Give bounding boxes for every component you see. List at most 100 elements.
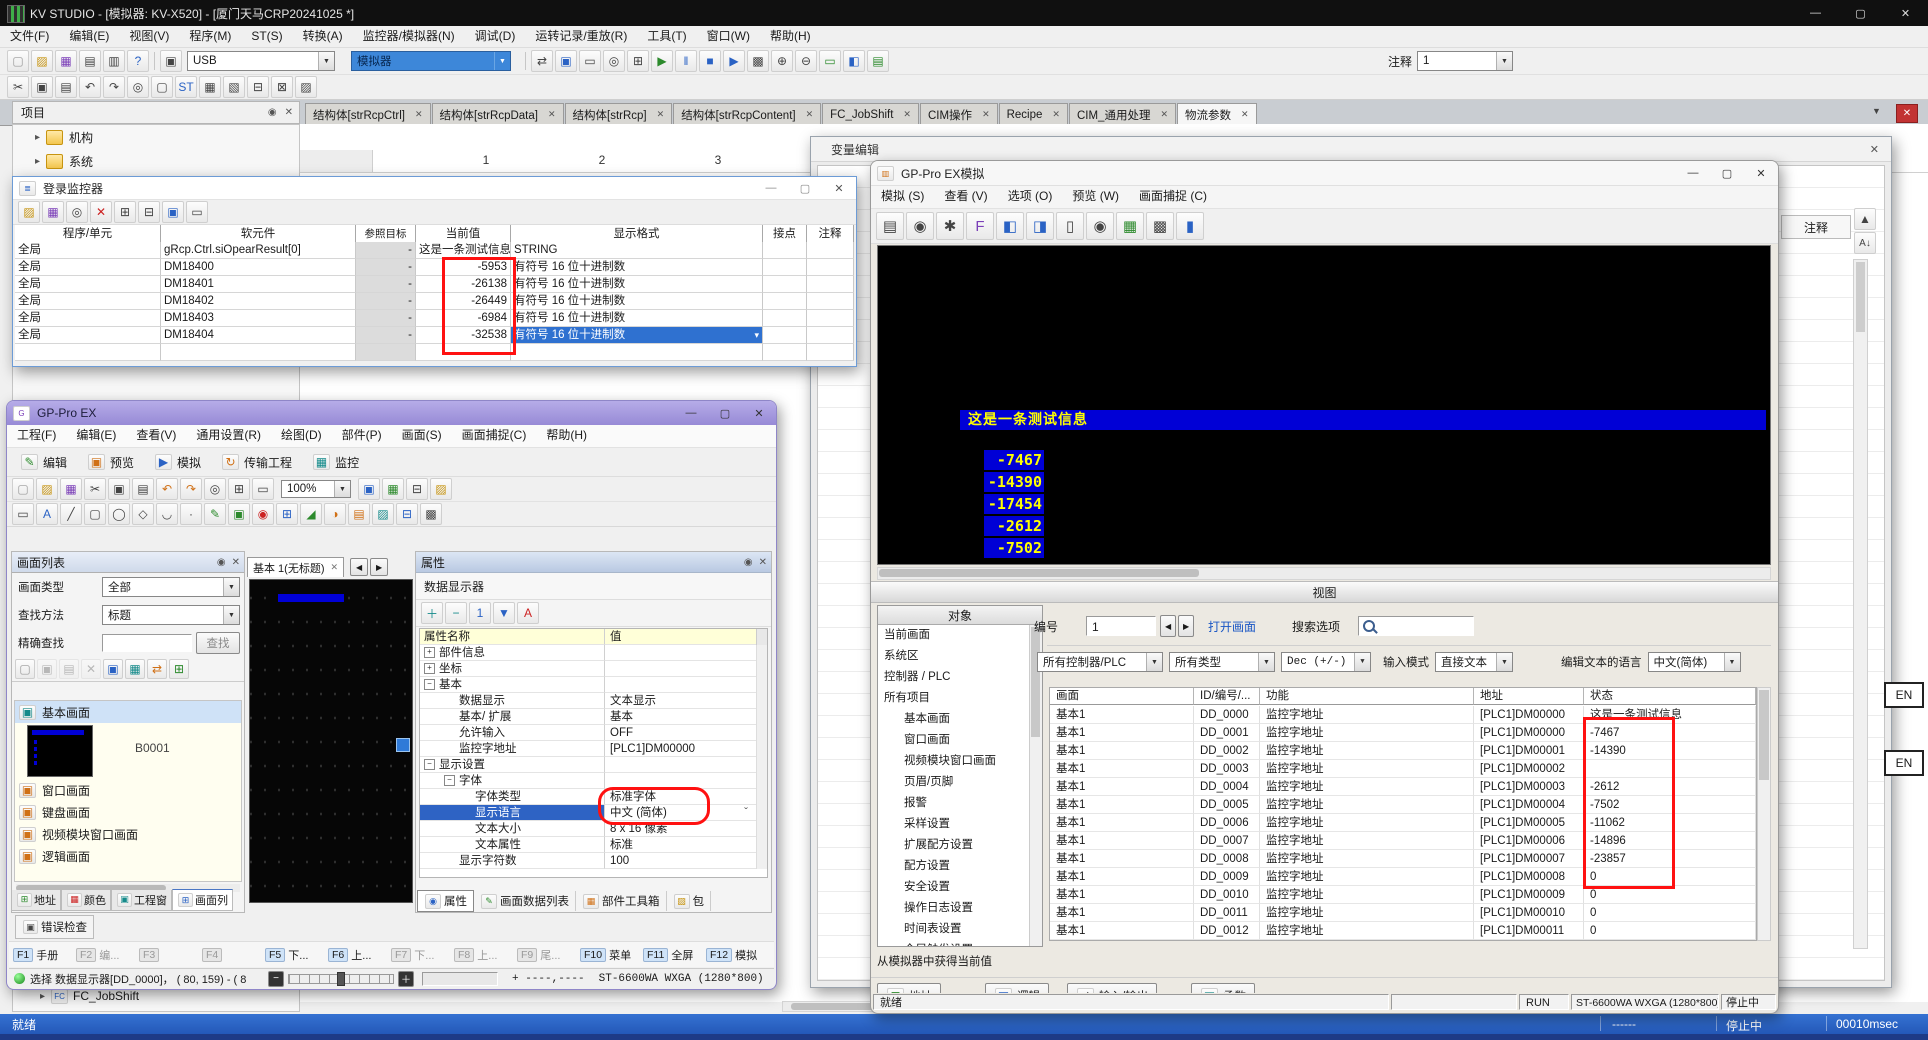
mode-button[interactable]: ↻传输工程 xyxy=(212,450,301,474)
screen-editor-canvas[interactable] xyxy=(249,579,413,903)
circle-tool-icon[interactable]: ◯ xyxy=(108,503,130,525)
document-tab[interactable]: 结构体[strRcpData]✕ xyxy=(432,103,564,125)
screen-number-input[interactable]: 1 xyxy=(1086,616,1156,636)
screen-jump-icon[interactable]: ⇄ xyxy=(147,659,167,679)
function-key[interactable]: F2编... xyxy=(76,947,139,963)
pane-tab[interactable]: ▣工程窗 xyxy=(111,890,172,911)
object-list-item[interactable]: 配方设置 xyxy=(878,856,1042,877)
zoom-slider[interactable] xyxy=(288,974,394,984)
hmi-screen[interactable]: 这是一条测试信息 -7467-14390-17454-2612-7502 xyxy=(877,245,1771,565)
sim-table-scrollbar[interactable] xyxy=(1757,687,1771,941)
sim-table-row[interactable]: 基本1 DD_0002 监控字地址 [PLC1]DM00001 -14390 xyxy=(1050,742,1756,760)
property-row[interactable]: +部件信息 xyxy=(420,645,767,661)
document-tab[interactable]: 结构体[strRcpContent]✕ xyxy=(673,103,821,125)
function-key[interactable]: F1手册 xyxy=(13,947,76,963)
function-key[interactable]: F3 xyxy=(139,948,202,962)
exit-icon[interactable]: ▮ xyxy=(1176,212,1204,240)
maximize-button[interactable]: ▢ xyxy=(708,407,742,420)
zoom-in-icon[interactable]: ⊕ xyxy=(771,50,793,72)
rect-tool-icon[interactable]: ▢ xyxy=(84,503,106,525)
graph-part-icon[interactable]: ◢ xyxy=(300,503,322,525)
screen-thumbnail-b0001[interactable] xyxy=(27,725,93,777)
screen-group-item[interactable]: ▣ 窗口画面 xyxy=(15,779,241,801)
close-tab-icon[interactable]: ✕ xyxy=(1241,109,1249,120)
menu-item[interactable]: 工具(T) xyxy=(637,26,696,47)
dot-tool-icon[interactable]: · xyxy=(180,503,202,525)
watch-table-row[interactable]: 全局 DM18403 - -6984 有符号 16 位十进制数 xyxy=(15,310,854,327)
device-monitor-icon[interactable]: ◉ xyxy=(906,212,934,240)
text-tool-icon[interactable]: A xyxy=(36,503,58,525)
print-preview-icon[interactable]: ▥ xyxy=(103,50,125,72)
property-row[interactable]: 允许输入 OFF xyxy=(420,725,767,741)
menu-item[interactable]: 编辑(E) xyxy=(66,425,126,446)
open-icon[interactable]: ▨ xyxy=(36,478,58,500)
expand-arrow-icon[interactable]: ▸ xyxy=(40,991,45,1002)
data-display-icon[interactable]: ⊟ xyxy=(396,503,418,525)
sim-table-row[interactable]: 基本1 DD_0003 监控字地址 [PLC1]DM00002 xyxy=(1050,760,1756,778)
close-tab-icon[interactable]: ✕ xyxy=(806,109,814,120)
split-vertical-icon[interactable]: ◨ xyxy=(1026,212,1054,240)
sim-table-row[interactable]: 基本1 DD_0006 监控字地址 [PLC1]DM00005 -11062 xyxy=(1050,814,1756,832)
menu-item[interactable]: 编辑(E) xyxy=(59,26,119,47)
property-row[interactable]: −基本 xyxy=(420,677,767,693)
select-tool-icon[interactable]: ▭ xyxy=(12,503,34,525)
minimize-button[interactable]: — xyxy=(1793,0,1838,26)
sim-table-row[interactable]: 基本1 DD_0004 监控字地址 [PLC1]DM00003 -2612 xyxy=(1050,778,1756,796)
close-tab-icon[interactable]: ✕ xyxy=(1160,109,1168,120)
find-icon[interactable]: ◎ xyxy=(127,76,149,98)
variable-table-scrollbar[interactable] xyxy=(1853,259,1868,949)
menu-item[interactable]: 部件(P) xyxy=(332,425,392,446)
selection-handle-icon[interactable] xyxy=(396,738,410,752)
register-monitor-icon[interactable]: ▣ xyxy=(162,201,184,223)
document-tab[interactable]: 物流参数✕ xyxy=(1177,103,1257,125)
properties-scrollbar[interactable] xyxy=(756,709,767,725)
menu-item[interactable]: 预览 (W) xyxy=(1062,186,1129,207)
sort-up-icon[interactable]: ▲ xyxy=(1854,208,1876,230)
controller-filter-select[interactable]: 所有控制器/PLC▼ xyxy=(1037,652,1163,672)
stop-icon[interactable]: ■ xyxy=(699,50,721,72)
function-key[interactable]: F5下... xyxy=(265,947,328,963)
properties-scrollbar[interactable] xyxy=(756,789,767,805)
screen-group-item[interactable]: ▣ 逻辑画面 xyxy=(15,845,241,867)
property-row[interactable]: 显示语言 中文 (简体) xyxy=(420,805,767,821)
monitor-icon[interactable]: ▣ xyxy=(555,50,577,72)
close-panel-icon[interactable]: ✕ xyxy=(759,557,767,568)
new-file-icon[interactable]: ▢ xyxy=(7,50,29,72)
menu-item[interactable]: 画面捕捉 (C) xyxy=(1129,186,1217,207)
sim-hscrollbar[interactable] xyxy=(877,567,1771,580)
comment-display-icon[interactable]: ▤ xyxy=(867,50,889,72)
watch-table-row[interactable]: 全局 DM18400 - -5953 有符号 16 位十进制数 xyxy=(15,259,854,276)
tab-scroll-icon[interactable]: ▼ xyxy=(1872,106,1881,116)
menu-item[interactable]: 选项 (O) xyxy=(998,186,1063,207)
document-tab[interactable]: Recipe✕ xyxy=(999,103,1068,125)
print-icon[interactable]: ▤ xyxy=(79,50,101,72)
project-tree-item-fcjobshift[interactable]: ▸ FC FC_JobShift xyxy=(40,988,139,1004)
undo-icon[interactable]: ↶ xyxy=(79,76,101,98)
meter-part-icon[interactable]: ◑ xyxy=(324,503,346,525)
property-row[interactable]: 数据显示 文本显示 xyxy=(420,693,767,709)
special-part-icon[interactable]: ▩ xyxy=(420,503,442,525)
property-row[interactable]: 监控字地址 [PLC1]DM00000 xyxy=(420,741,767,757)
menu-item[interactable]: 帮助(H) xyxy=(536,425,597,446)
screen-group-item[interactable]: ▣ 视频模块窗口画面 xyxy=(15,823,241,845)
object-list-item[interactable]: 扩展配方设置 xyxy=(878,835,1042,856)
sim-table-row[interactable]: 基本1 DD_0012 监控字地址 [PLC1]DM00011 0 xyxy=(1050,922,1756,940)
collapse-all-icon[interactable]: − xyxy=(445,602,467,624)
close-button[interactable]: ✕ xyxy=(822,182,856,195)
close-button[interactable]: ✕ xyxy=(1883,0,1928,26)
pane-tab[interactable]: ◉属性 xyxy=(417,890,474,912)
object-list-item[interactable]: 安全设置 xyxy=(878,877,1042,898)
minimize-button[interactable]: — xyxy=(674,407,708,419)
sort-az-icon[interactable]: A↓ xyxy=(1854,232,1876,254)
polygon-tool-icon[interactable]: ◇ xyxy=(132,503,154,525)
mode-button[interactable]: ✎编辑 xyxy=(11,450,76,474)
new-project-icon[interactable]: ▢ xyxy=(12,478,34,500)
pane-tab[interactable]: ▦部件工具箱 xyxy=(576,891,667,911)
object-list-item[interactable]: 视频模块窗口画面 xyxy=(878,751,1042,772)
mode-button[interactable]: ▶模拟 xyxy=(145,450,210,474)
menu-item[interactable]: 调试(D) xyxy=(465,26,526,47)
pen-tool-icon[interactable]: ✎ xyxy=(204,503,226,525)
copy-icon[interactable]: ▣ xyxy=(31,76,53,98)
find-register-icon[interactable]: ◎ xyxy=(66,201,88,223)
gears-icon[interactable]: ✱ xyxy=(936,212,964,240)
